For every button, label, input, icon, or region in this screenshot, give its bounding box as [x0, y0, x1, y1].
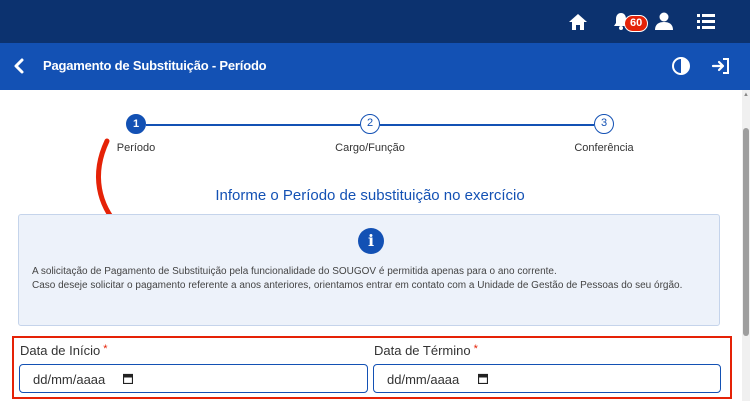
- end-date-label-text: Data de Término: [374, 343, 471, 358]
- start-date-label-text: Data de Início: [20, 343, 101, 358]
- home-icon[interactable]: [568, 12, 588, 32]
- scrollbar-thumb[interactable]: [743, 128, 749, 336]
- top-bar: 60: [0, 0, 750, 43]
- start-date-input[interactable]: dd/mm/aaaa: [19, 364, 368, 393]
- step-2-circle[interactable]: 2: [360, 114, 380, 134]
- info-text: A solicitação de Pagamento de Substituiç…: [32, 265, 712, 293]
- page-header: Pagamento de Substituição - Período: [0, 43, 750, 90]
- info-message: i A solicitação de Pagamento de Substitu…: [18, 214, 720, 326]
- step-3-circle[interactable]: 3: [594, 114, 614, 134]
- info-icon: i: [358, 228, 384, 254]
- step-connector: [146, 124, 360, 126]
- end-date-placeholder: dd/mm/aaaa: [387, 372, 460, 387]
- end-date-label: Data de Término *: [374, 343, 478, 358]
- scroll-up-icon[interactable]: ▲: [743, 92, 749, 98]
- user-icon[interactable]: [655, 12, 673, 30]
- info-line-1: A solicitação de Pagamento de Substituiç…: [32, 266, 557, 277]
- required-marker: *: [473, 343, 478, 355]
- info-line-2: Caso deseje solicitar o pagamento refere…: [32, 280, 683, 291]
- start-date-placeholder: dd/mm/aaaa: [33, 372, 106, 387]
- calendar-icon[interactable]: [123, 373, 133, 384]
- calendar-icon[interactable]: [478, 373, 488, 384]
- step-connector: [380, 124, 594, 126]
- logout-icon[interactable]: [711, 56, 731, 76]
- required-marker: *: [103, 343, 108, 355]
- back-icon[interactable]: [12, 57, 26, 75]
- section-heading: Informe o Período de substituição no exe…: [215, 187, 525, 204]
- step-2-label: Cargo/Função: [335, 142, 405, 154]
- menu-icon[interactable]: [697, 12, 715, 30]
- contrast-icon[interactable]: [671, 56, 691, 76]
- end-date-input[interactable]: dd/mm/aaaa: [373, 364, 721, 393]
- start-date-label: Data de Início *: [20, 343, 108, 358]
- page-title: Pagamento de Substituição - Período: [43, 58, 267, 73]
- notification-badge[interactable]: 60: [624, 15, 649, 32]
- step-3-label: Conferência: [574, 142, 634, 154]
- step-1-circle[interactable]: 1: [126, 114, 146, 134]
